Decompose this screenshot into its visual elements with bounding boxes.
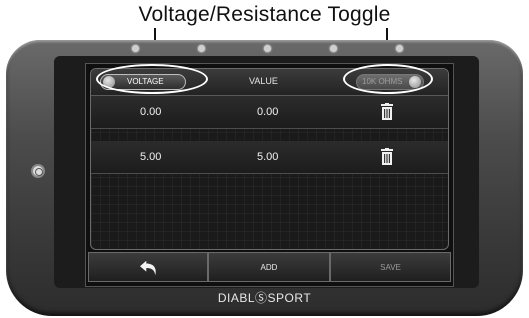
highlight-oval-voltage	[96, 64, 208, 94]
home-button[interactable]	[31, 164, 45, 178]
caption: Voltage/Resistance Toggle	[138, 3, 391, 26]
indicator-dot	[330, 45, 337, 52]
table-row: 5.00 5.00	[91, 141, 448, 174]
indicator-dot	[198, 45, 205, 52]
trash-icon[interactable]	[379, 103, 395, 120]
voltage-cell: 0.00	[140, 106, 162, 118]
trash-icon[interactable]	[379, 148, 395, 165]
table-row: 0.00 0.00	[91, 96, 448, 129]
highlight-oval-resistance	[343, 64, 433, 94]
save-button[interactable]: SAVE	[330, 252, 451, 282]
save-button-label: SAVE	[380, 263, 401, 272]
value-column-header: VALUE	[249, 76, 278, 86]
indicator-dot	[132, 45, 139, 52]
add-button-label: ADD	[260, 263, 278, 272]
button-bar: ADD SAVE	[86, 252, 453, 286]
value-cell: 5.00	[257, 151, 279, 163]
brand-logo: DIABLⓈSPORT	[217, 291, 312, 305]
table-panel: VOLTAGE VALUE 10K OHMS 0.00 0.00 5.00 5.…	[90, 68, 449, 250]
back-button[interactable]	[88, 252, 208, 282]
screen: VOLTAGE VALUE 10K OHMS 0.00 0.00 5.00 5.…	[85, 63, 454, 287]
indicator-dot	[396, 45, 403, 52]
indicator-dot	[264, 45, 271, 52]
back-arrow-icon	[140, 260, 156, 276]
voltage-cell: 5.00	[140, 151, 162, 163]
add-button[interactable]: ADD	[208, 252, 330, 282]
value-cell: 0.00	[257, 106, 279, 118]
